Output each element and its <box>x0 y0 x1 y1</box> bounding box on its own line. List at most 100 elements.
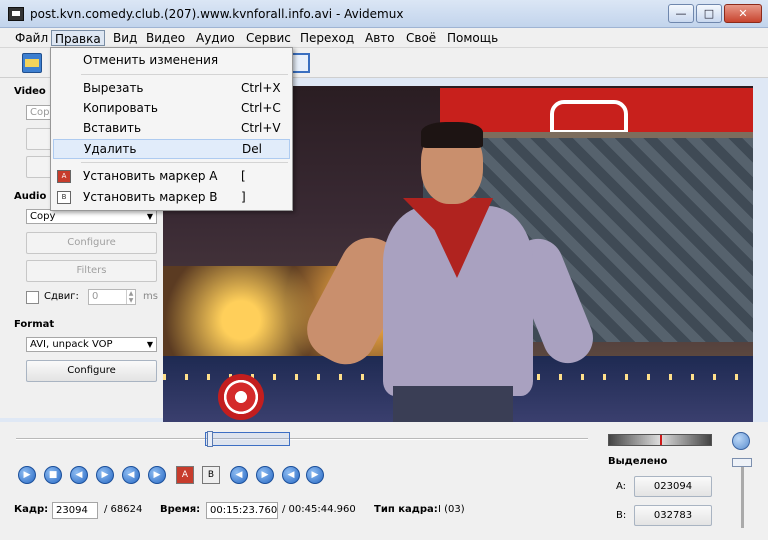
stop-icon[interactable]: ■ <box>44 466 62 484</box>
next-frame-icon[interactable]: ▶ <box>96 466 114 484</box>
menu-go[interactable]: Переход <box>297 30 357 46</box>
selection-label: Выделено <box>608 456 668 467</box>
performer-pants <box>393 386 513 422</box>
menu-item-shortcut: Ctrl+X <box>241 81 281 95</box>
menu-item-marker-b[interactable]: B Установить маркер B ] <box>53 188 290 208</box>
menu-item-cut[interactable]: Вырезать Ctrl+X <box>53 79 290 99</box>
audio-meter-icon[interactable] <box>732 432 750 450</box>
volume-slider[interactable] <box>741 462 744 528</box>
volume-needle <box>660 435 662 445</box>
playback-controls: ▶ ■ ◀ ▶ ◀ ▶ A B ◀ ▶ ◀ ▶ Кадр: 23094 / 68… <box>0 422 768 540</box>
marker-b-icon: B <box>57 191 71 204</box>
forward-icon[interactable]: ▶ <box>306 466 324 484</box>
menu-item-copy[interactable]: Копировать Ctrl+C <box>53 99 290 119</box>
video-filters-button[interactable] <box>26 156 52 178</box>
menu-item-shortcut: Ctrl+V <box>241 121 281 135</box>
frame-total: / 68624 <box>104 504 143 515</box>
selection-a-button[interactable]: 023094 <box>634 476 712 497</box>
time-input[interactable]: 00:15:23.760 <box>206 502 278 519</box>
close-button[interactable]: ✕ <box>724 4 762 23</box>
menu-item-shortcut: Ctrl+C <box>241 101 281 115</box>
menu-help[interactable]: Помощь <box>444 30 501 46</box>
frame-input[interactable]: 23094 <box>52 502 98 519</box>
format-section-label: Format <box>14 319 55 330</box>
menu-item-label: Вставить <box>83 121 142 135</box>
edit-menu-dropdown: Отменить изменения Вырезать Ctrl+X Копир… <box>50 47 293 211</box>
menu-item-label: Копировать <box>83 101 158 115</box>
rewind-icon[interactable]: ◀ <box>282 466 300 484</box>
menu-item-label: Отменить изменения <box>83 53 219 67</box>
selection-b-label: B: <box>616 510 627 521</box>
video-section-label: Video <box>14 86 46 97</box>
menu-item-label: Установить маркер A <box>83 169 218 183</box>
time-label: Время: <box>160 504 201 515</box>
menu-edit[interactable]: Правка <box>51 30 105 46</box>
audio-codec-select[interactable]: Copy ▼ <box>26 209 157 224</box>
selection-range <box>205 432 290 446</box>
menu-item-label: Удалить <box>84 142 137 156</box>
menu-item-label: Вырезать <box>83 81 144 95</box>
time-total: / 00:45:44.960 <box>282 504 356 515</box>
chevron-down-icon: ▼ <box>146 212 153 221</box>
title-bar: post.kvn.comedy.club.(207).www.kvnforall… <box>0 0 768 28</box>
menu-item-shortcut: [ <box>241 169 246 183</box>
video-codec-select[interactable]: Copy <box>26 105 55 120</box>
record-logo <box>218 374 264 420</box>
minimize-button[interactable]: — <box>668 4 694 23</box>
menu-item-paste[interactable]: Вставить Ctrl+V <box>53 119 290 139</box>
selection-a-label: A: <box>616 481 627 492</box>
format-configure-button[interactable]: Configure <box>26 360 157 382</box>
goto-marker-a-icon[interactable]: ◀ <box>230 466 248 484</box>
frame-type-label: Тип кадра: <box>374 504 438 515</box>
frame-label: Кадр: <box>14 504 49 515</box>
menu-view[interactable]: Вид <box>110 30 140 46</box>
volume-meter <box>608 434 712 446</box>
timeline-thumb[interactable] <box>207 431 213 447</box>
audio-codec-value: Copy <box>30 211 56 222</box>
selection-b-button[interactable]: 032783 <box>634 505 712 526</box>
shift-checkbox[interactable] <box>26 291 39 304</box>
audio-configure-button[interactable]: Configure <box>26 232 157 254</box>
menu-audio[interactable]: Аудио <box>193 30 238 46</box>
maximize-button[interactable]: □ <box>696 4 722 23</box>
menu-item-marker-a[interactable]: A Установить маркер A [ <box>53 167 290 187</box>
set-marker-b-icon[interactable]: B <box>202 466 220 484</box>
audio-section-label: Audio <box>14 191 47 202</box>
avidemux-app-icon <box>8 7 24 21</box>
volume-thumb[interactable] <box>732 458 752 467</box>
shift-unit: ms <box>143 291 158 302</box>
menu-item-delete[interactable]: Удалить Del <box>53 139 290 159</box>
menu-separator <box>81 74 288 75</box>
marker-a-icon: A <box>57 170 71 183</box>
menu-item-label: Установить маркер B <box>83 190 218 204</box>
screenshot-icon[interactable] <box>290 53 310 73</box>
menu-separator <box>81 162 288 163</box>
menu-tools[interactable]: Сервис <box>243 30 294 46</box>
menu-auto[interactable]: Авто <box>362 30 398 46</box>
open-file-icon[interactable] <box>22 53 42 73</box>
chevron-down-icon: ▼ <box>146 340 153 349</box>
menu-video[interactable]: Видео <box>143 30 188 46</box>
prev-keyframe-icon[interactable]: ◀ <box>122 466 140 484</box>
set-marker-a-icon[interactable]: A <box>176 466 194 484</box>
menu-item-shortcut: ] <box>241 190 246 204</box>
shift-spinbox[interactable]: 0 ▲ ▼ <box>88 289 136 305</box>
shift-value: 0 <box>92 291 99 302</box>
spin-arrows-icon[interactable]: ▲ ▼ <box>126 290 135 304</box>
timeline-slider[interactable] <box>16 438 588 440</box>
format-value: AVI, unpack VOP <box>30 339 113 350</box>
menu-custom[interactable]: Своё <box>403 30 439 46</box>
goto-marker-b-icon[interactable]: ▶ <box>256 466 274 484</box>
window-title: post.kvn.comedy.club.(207).www.kvnforall… <box>30 7 404 21</box>
video-configure-button[interactable] <box>26 128 52 150</box>
menu-bar: Файл Правка Вид Видео Аудио Сервис Перех… <box>0 28 768 48</box>
menu-item-undo[interactable]: Отменить изменения <box>53 51 290 71</box>
prev-frame-icon[interactable]: ◀ <box>70 466 88 484</box>
play-icon[interactable]: ▶ <box>18 466 36 484</box>
menu-item-shortcut: Del <box>242 142 262 156</box>
format-select[interactable]: AVI, unpack VOP ▼ <box>26 337 157 352</box>
audio-filters-button[interactable]: Filters <box>26 260 157 282</box>
menu-file[interactable]: Файл <box>12 30 51 46</box>
next-keyframe-icon[interactable]: ▶ <box>148 466 166 484</box>
performer <box>296 122 601 422</box>
